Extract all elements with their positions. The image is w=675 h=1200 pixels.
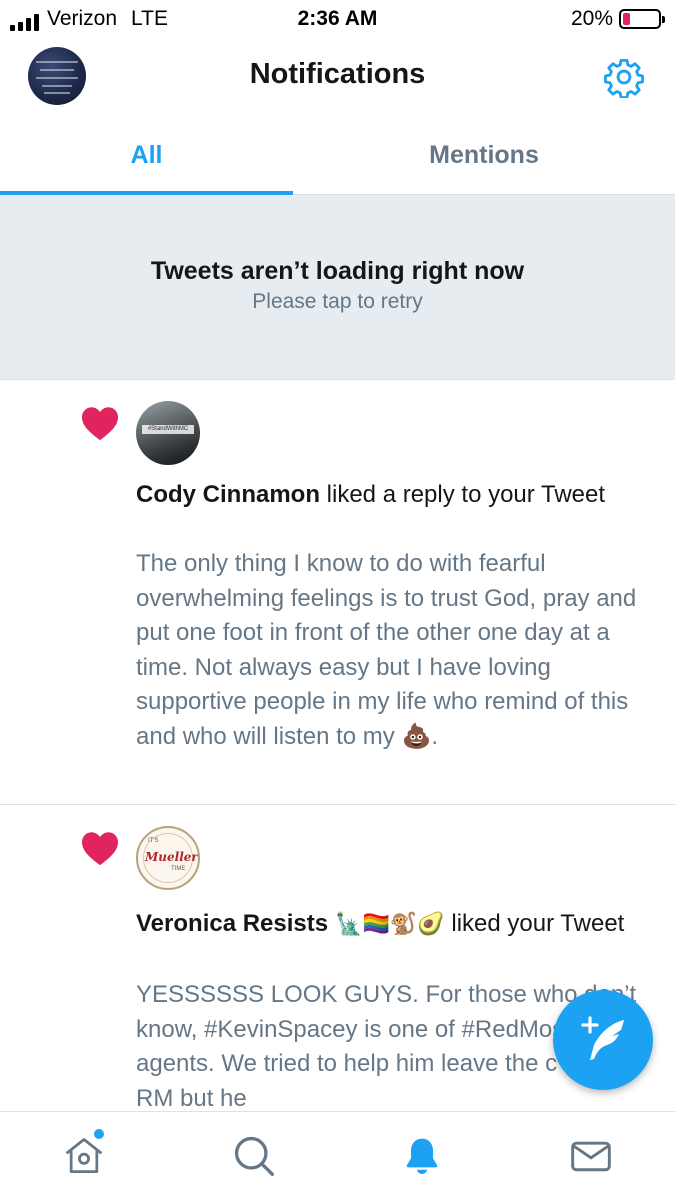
- page-title: Notifications: [249, 58, 426, 90]
- notification-action: liked a reply to your Tweet: [320, 481, 606, 508]
- compose-tweet-icon: [581, 1016, 624, 1060]
- status-right: 20%: [570, 7, 665, 31]
- error-subtitle: Please tap to retry: [252, 290, 423, 313]
- tab-all[interactable]: All: [0, 116, 293, 195]
- network-type: LTE: [131, 7, 169, 30]
- heart-icon: [82, 407, 118, 441]
- messages-envelope-icon[interactable]: [569, 1134, 613, 1178]
- user-name[interactable]: Veronica Resists: [136, 910, 328, 937]
- user-avatar[interactable]: #StandWithMC: [136, 401, 200, 465]
- notification-text: Veronica Resists 🗽🏳️‍🌈🐒🥑 liked your Twee…: [136, 906, 656, 942]
- notification-item[interactable]: #StandWithMC Cody Cinnamon liked a reply…: [0, 380, 675, 805]
- status-left: Verizon LTE: [10, 7, 168, 31]
- home-notification-dot: [94, 1129, 104, 1139]
- notification-text: Cody Cinnamon liked a reply to your Twee…: [136, 477, 656, 512]
- battery-icon: [619, 9, 665, 29]
- notification-tabs: All Mentions: [0, 116, 675, 195]
- notification-action: liked your Tweet: [444, 910, 625, 937]
- signal-strength-icon: [10, 13, 39, 31]
- tweet-text[interactable]: The only thing I know to do with fearful…: [136, 547, 656, 755]
- search-icon[interactable]: [232, 1134, 276, 1178]
- bottom-tab-bar: [0, 1111, 675, 1200]
- error-title: Tweets aren’t loading right now: [150, 257, 525, 285]
- home-icon[interactable]: [62, 1134, 106, 1178]
- gear-icon[interactable]: [603, 56, 645, 98]
- top-header: Notifications: [0, 38, 675, 116]
- heart-icon: [82, 832, 118, 866]
- user-name[interactable]: Cody Cinnamon: [136, 481, 320, 508]
- status-bar: Verizon LTE 2:36 AM 20%: [0, 0, 675, 38]
- user-name-emoji: 🗽🏳️‍🌈🐒🥑: [328, 912, 445, 937]
- user-avatar[interactable]: IT'S Mueller TIME: [136, 826, 200, 890]
- notifications-bell-icon[interactable]: [400, 1134, 444, 1178]
- battery-percent: 20%: [570, 7, 613, 30]
- retry-banner[interactable]: Tweets aren’t loading right now Please t…: [0, 195, 675, 380]
- compose-tweet-button[interactable]: [553, 990, 653, 1090]
- tab-mentions[interactable]: Mentions: [293, 116, 675, 195]
- carrier-name: Verizon: [47, 7, 118, 30]
- battery-level: [623, 13, 630, 25]
